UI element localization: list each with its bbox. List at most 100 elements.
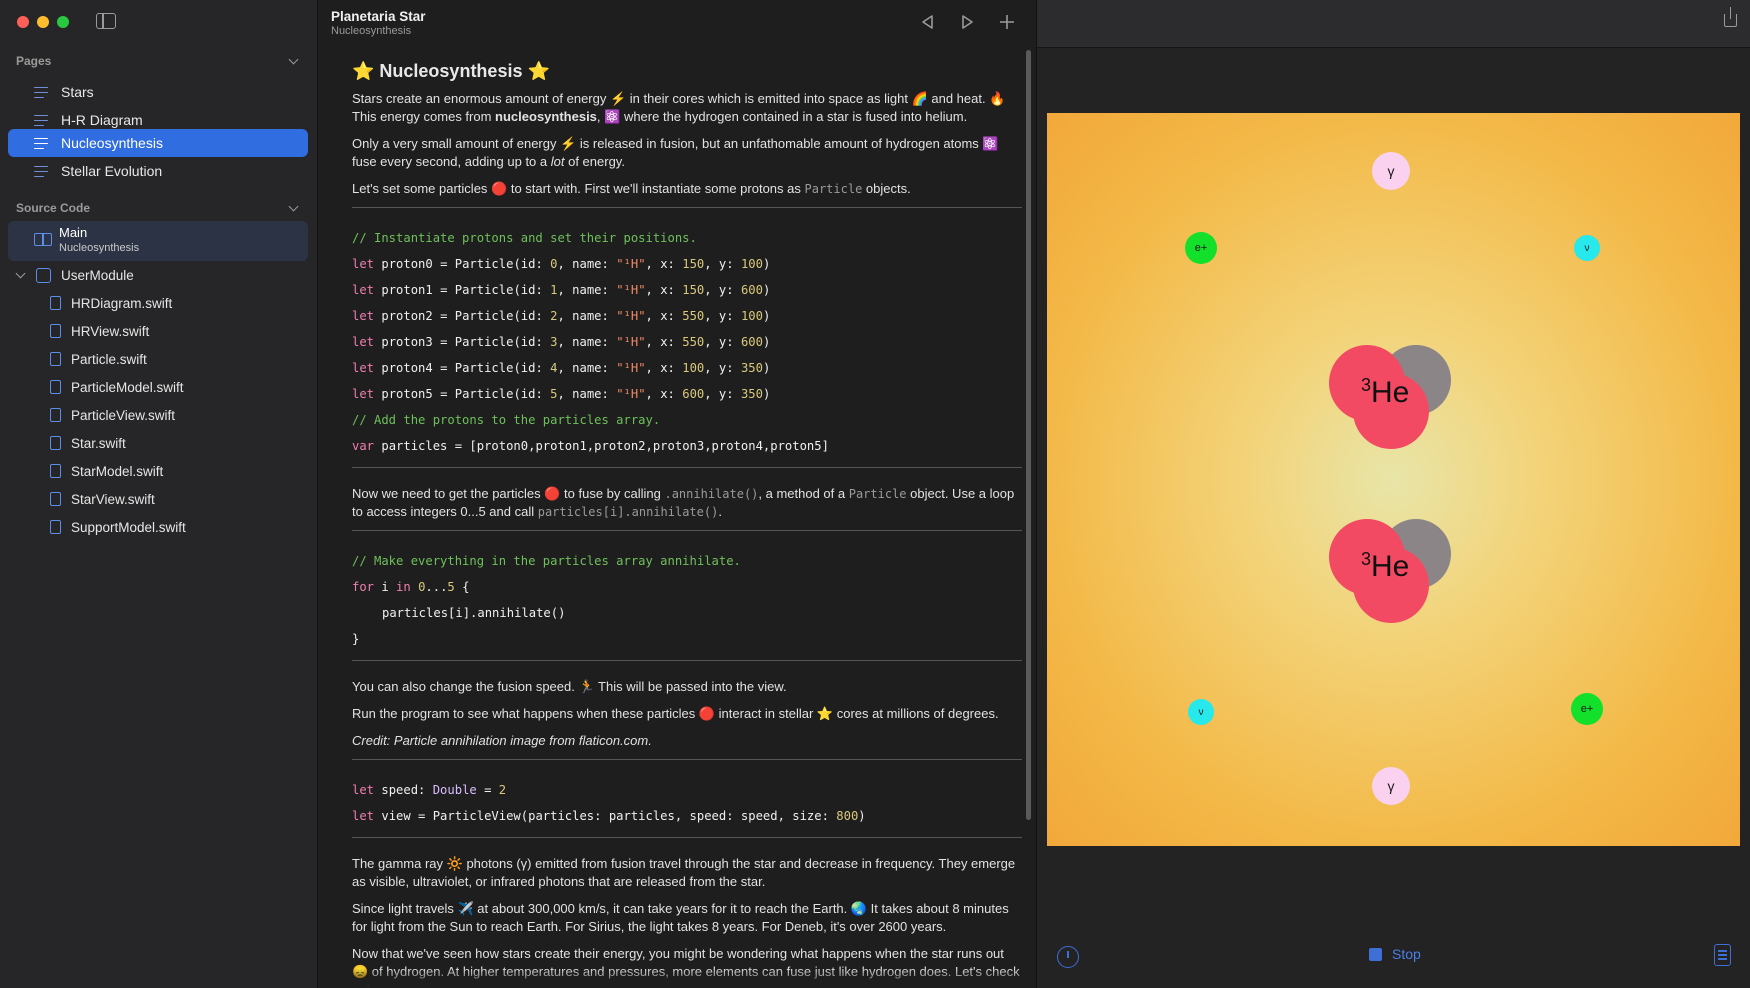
code-line: let proton3 = Particle(id: 3, name: "¹H"… [352,335,771,349]
paragraph: Run the program to see what happens when… [352,706,999,721]
file-item[interactable]: SupportModel.swift [8,514,308,540]
file-item[interactable]: ParticleModel.swift [8,374,308,400]
sidebar-item-label: Nucleosynthesis [61,135,163,151]
file-item[interactable]: StarView.swift [8,486,308,512]
file-label: HRDiagram.swift [71,295,173,311]
book-icon [34,233,52,246]
editor-toolbar: Planetaria Star Nucleosynthesis [319,0,1036,44]
swift-file-icon [50,436,61,450]
close-window-button[interactable] [17,16,29,28]
inline-code: particles[i].annihilate() [537,505,719,519]
gamma-photon: γ [1372,152,1410,190]
text: Only a very small amount of energy ⚡ is … [352,136,999,169]
window-controls [17,16,69,28]
previous-page-icon[interactable] [920,14,936,30]
editor-pane: Planetaria Star Nucleosynthesis ⭐ Nucleo… [319,0,1036,988]
gamma-photon: γ [1372,767,1410,805]
code-line: } [352,632,360,646]
source-code-section-header[interactable]: Source Code [16,201,301,215]
code-line: let proton1 = Particle(id: 1, name: "¹H"… [352,283,771,297]
divider [352,660,1022,661]
zoom-window-button[interactable] [57,16,69,28]
positron: e+ [1185,232,1217,264]
sidebar-toggle-icon[interactable] [96,13,116,29]
code-block[interactable]: // Make everything in the particles arra… [352,548,1022,652]
chevron-down-icon[interactable] [288,201,299,211]
file-label: ParticleModel.swift [71,379,184,395]
stop-button[interactable]: Stop [1369,946,1421,962]
positron: e+ [1571,693,1603,725]
file-item[interactable]: ParticleView.swift [8,402,308,428]
code-line: particles[i].annihilate() [382,606,566,620]
document-title: Planetaria Star [331,9,426,24]
inline-code: Particle [848,487,907,501]
file-label: Star.swift [71,435,126,451]
file-label: StarModel.swift [71,463,164,479]
next-page-icon[interactable] [959,14,975,30]
paragraph: Stars create an enormous amount of energ… [352,90,1022,126]
glossary-book-icon[interactable] [1714,944,1731,966]
neutrino: ν [1574,235,1600,261]
divider [352,837,1022,838]
text: Now we need to get the particles 🔴 to fu… [352,486,665,501]
swift-file-icon [50,520,61,534]
sidebar-item-stellar-evolution[interactable]: Stellar Evolution [8,157,308,185]
sidebar-item-label: Stellar Evolution [61,163,163,179]
page-heading: ⭐ Nucleosynthesis ⭐ [352,61,550,81]
disclosure-chevron-icon[interactable] [15,268,26,278]
pages-section-header[interactable]: Pages [16,54,301,68]
swift-file-icon [50,352,61,366]
file-item[interactable]: HRView.swift [8,318,308,344]
app-window: Pages Stars H-R Diagram Nucleosynthesis … [0,0,1750,988]
text: Stars create an enormous amount of energ… [352,91,1006,106]
file-item[interactable]: Particle.swift [8,346,308,372]
code-block[interactable]: // Instantiate protons and set their pos… [352,225,1022,459]
inline-code: Particle [804,182,863,196]
credit-text: Credit: Particle annihilation image from… [352,733,652,748]
code-block[interactable]: let speed: Double = 2 let view = Particl… [352,777,1022,829]
italic-text: lot [550,154,565,169]
sidebar-item-nucleosynthesis[interactable]: Nucleosynthesis [8,129,308,157]
share-icon[interactable] [1724,7,1737,27]
code-line: let view = ParticleView(particles: parti… [352,809,866,823]
sidebar-item-stars[interactable]: Stars [8,78,308,106]
file-label: SupportModel.swift [71,519,186,535]
file-item[interactable]: StarModel.swift [8,458,308,484]
paragraph: The gamma ray 🔆 photons (γ) emitted from… [352,856,1016,889]
page-lines-icon [34,114,48,127]
paragraph: Now we need to get the particles 🔴 to fu… [352,485,1022,521]
speed-gauge-icon[interactable] [1057,946,1079,968]
editor-scrollbar[interactable] [1026,50,1031,820]
bottom-fade [319,968,1036,988]
add-icon[interactable] [999,14,1015,30]
module-cube-icon [36,267,51,283]
code-comment: // Add the protons to the particles arra… [352,413,661,427]
text: of energy. [564,154,625,169]
bold-text: nucleosynthesis [495,109,597,124]
main-title: Main [59,225,88,240]
main-subtitle: Nucleosynthesis [59,242,140,254]
divider [352,759,1022,760]
live-view-pane: γ γ e+ e+ ν ν 3He 3He Stop [1036,0,1750,988]
code-line: var particles = [proton0,proton1,proton2… [352,439,829,453]
chevron-down-icon[interactable] [288,54,299,64]
file-label: Particle.swift [71,351,147,367]
page-lines-icon [34,165,48,178]
inline-code: .annihilate() [664,487,759,501]
minimize-window-button[interactable] [37,16,49,28]
sidebar-item-main[interactable]: Main Nucleosynthesis [8,221,308,261]
code-comment: // Instantiate protons and set their pos… [352,231,697,245]
code-line: for i in 0...5 { [352,580,470,594]
source-code-header-label: Source Code [16,201,91,215]
file-item[interactable]: Star.swift [8,430,308,456]
file-label: StarView.swift [71,491,155,507]
divider [352,467,1022,468]
helium-3-nucleus: 3He [1329,511,1459,641]
paragraph: Let's set some particles 🔴 to start with… [352,180,1022,198]
sidebar-item-label: H-R Diagram [61,112,143,128]
file-item[interactable]: HRDiagram.swift [8,290,308,316]
pages-header-label: Pages [16,54,52,68]
sidebar-item-usermodule[interactable]: UserModule [8,262,308,288]
stop-icon [1369,947,1382,961]
text: objects. [862,181,911,196]
